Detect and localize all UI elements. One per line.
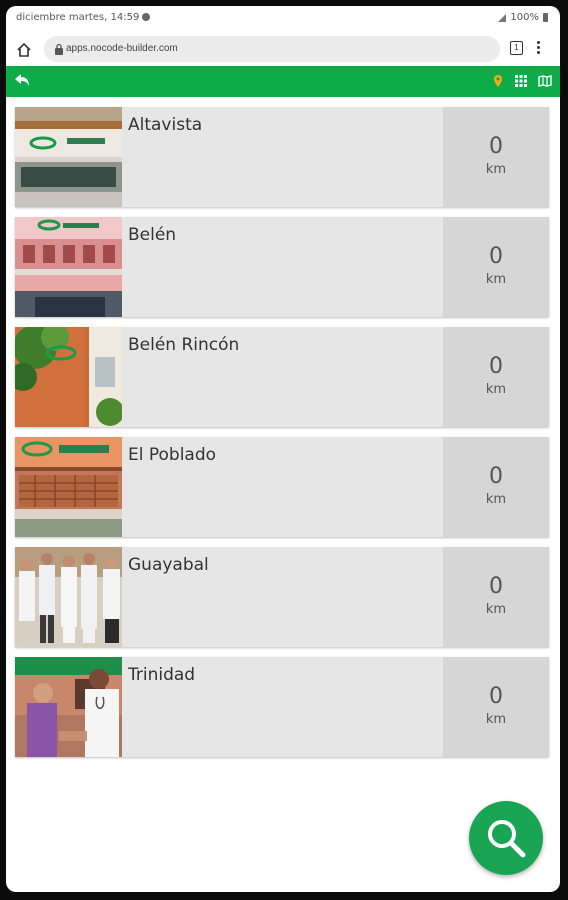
notification-icon [142, 13, 151, 21]
location-name: El Poblado [128, 445, 217, 465]
distance-value: 0 [489, 244, 503, 269]
device-screen: diciembre martes, 14:59 100% apps.nocode… [6, 6, 560, 892]
distance-value: 0 [489, 684, 503, 709]
search-icon [488, 820, 526, 858]
location-name: Belén [128, 225, 177, 245]
more-menu-icon[interactable] [537, 41, 541, 56]
location-list: Altavista 0 km Belén 0 km Belén Rincón 0… [15, 107, 549, 767]
distance-unit: km [485, 492, 507, 507]
distance-box: 0 km [443, 107, 549, 207]
distance-value: 0 [489, 134, 503, 159]
location-name: Belén Rincón [128, 335, 240, 355]
location-photo [15, 437, 122, 537]
distance-unit: km [485, 712, 507, 727]
list-item[interactable]: Belén 0 km [15, 217, 549, 317]
search-fab-button[interactable] [469, 801, 543, 875]
status-right: 100% [498, 12, 548, 23]
back-arrow-icon[interactable] [12, 71, 32, 91]
list-item[interactable]: Belén Rincón 0 km [15, 327, 549, 427]
battery-icon [543, 13, 548, 22]
list-item[interactable]: El Poblado 0 km [15, 437, 549, 537]
map-icon[interactable] [538, 75, 552, 87]
list-item[interactable]: Guayabal 0 km [15, 547, 549, 647]
distance-value: 0 [489, 574, 503, 599]
distance-box: 0 km [443, 547, 549, 647]
status-bar: diciembre martes, 14:59 100% [6, 6, 560, 30]
location-name: Guayabal [128, 555, 209, 575]
tabs-icon[interactable]: 1 [510, 41, 523, 55]
location-photo [15, 547, 122, 647]
distance-unit: km [485, 272, 507, 287]
location-photo [15, 327, 122, 427]
url-text: apps.nocode-builder.com [66, 43, 178, 54]
distance-unit: km [485, 162, 507, 177]
distance-unit: km [485, 382, 507, 397]
location-name: Trinidad [128, 665, 196, 685]
location-photo [15, 217, 122, 317]
lock-icon [55, 43, 63, 55]
app-toolbar [6, 66, 560, 97]
distance-unit: km [485, 602, 507, 617]
location-photo [15, 657, 122, 757]
battery-percent: 100% [510, 12, 539, 23]
location-pin-icon[interactable] [492, 74, 504, 88]
home-icon[interactable] [16, 42, 32, 58]
distance-value: 0 [489, 464, 503, 489]
signal-icon [498, 13, 507, 22]
distance-box: 0 km [443, 437, 549, 537]
distance-box: 0 km [443, 327, 549, 427]
distance-box: 0 km [443, 657, 549, 757]
distance-value: 0 [489, 354, 503, 379]
grid-icon[interactable] [515, 75, 527, 87]
list-item[interactable]: Trinidad 0 km [15, 657, 549, 757]
address-bar[interactable]: apps.nocode-builder.com [44, 36, 500, 62]
list-item[interactable]: Altavista 0 km [15, 107, 549, 207]
status-datetime: diciembre martes, 14:59 [16, 12, 151, 23]
location-photo [15, 107, 122, 207]
distance-box: 0 km [443, 217, 549, 317]
browser-bar: apps.nocode-builder.com 1 [6, 30, 560, 70]
location-name: Altavista [128, 115, 203, 135]
